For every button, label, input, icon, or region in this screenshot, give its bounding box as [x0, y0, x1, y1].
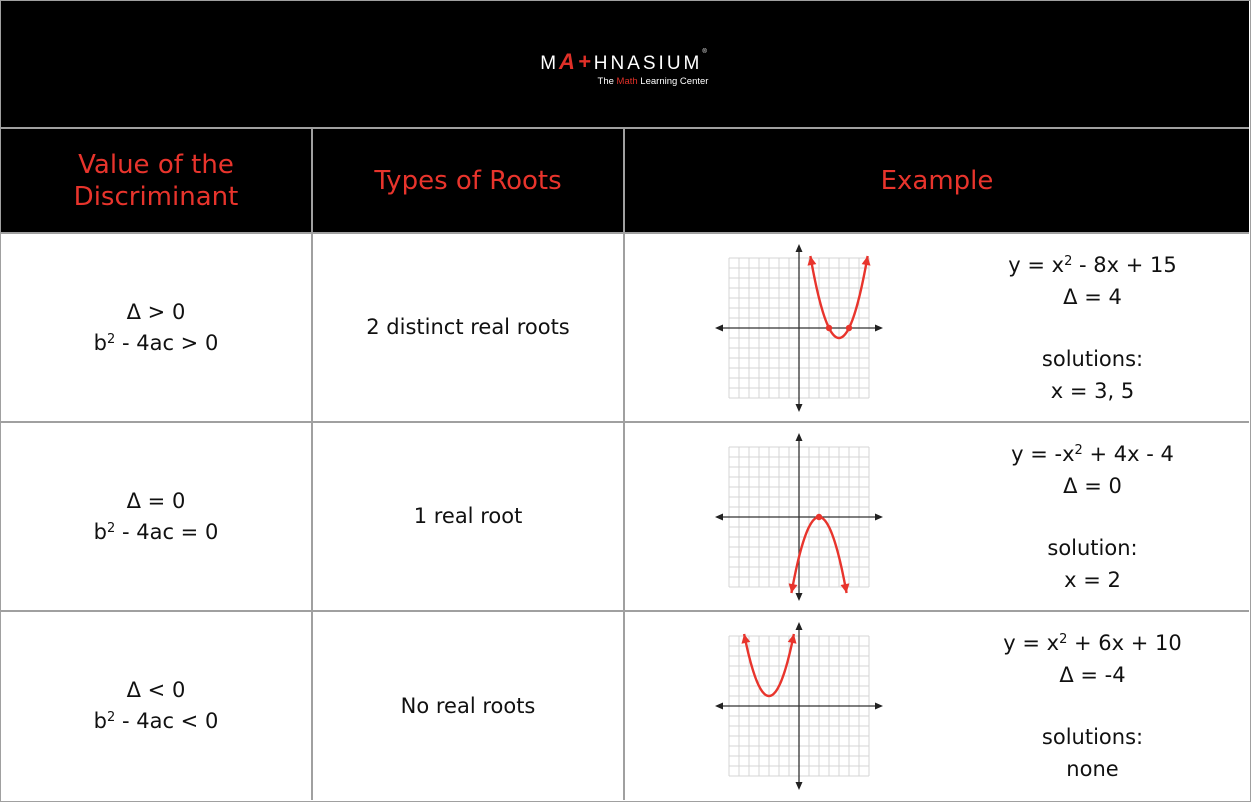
- delta-value: Δ = -4: [1059, 662, 1126, 687]
- trademark-symbol: ®: [702, 49, 710, 55]
- header-discriminant: Value of the Discriminant: [1, 129, 313, 232]
- discriminant-cell: Δ > 0 b2 - 4ac > 0: [1, 234, 313, 421]
- logo-rest: HNASIUM: [593, 53, 703, 74]
- solutions-label: solutions:: [1041, 725, 1144, 749]
- tagline-pre: The: [597, 76, 617, 87]
- header-example: Example: [880, 165, 994, 196]
- roots-type-cell: 1 real root: [313, 423, 625, 610]
- parabola-graph: [715, 244, 883, 412]
- superscript: 2: [1074, 443, 1083, 458]
- equation-pre: y = x: [1003, 631, 1060, 655]
- logo-a-plus-mark: A+: [559, 49, 594, 74]
- roots-type-cell: No real roots: [313, 612, 625, 800]
- banner: MA+HNASIUM® The Math Learning Center: [1, 1, 1249, 129]
- root-point: [825, 324, 833, 332]
- solutions-value: x = 3, 5: [1050, 378, 1135, 403]
- equation-post: - 8x + 15: [1072, 253, 1177, 277]
- equation-post: + 4x - 4: [1082, 442, 1174, 466]
- equation: y = -x2 + 4x - 4: [960, 439, 1225, 471]
- header-types-of-roots: Types of Roots: [313, 129, 625, 232]
- root-point: [815, 513, 823, 521]
- axis-arrow-icon: [875, 513, 883, 521]
- tagline-post: Learning Center: [637, 76, 709, 87]
- axis-arrow-icon: [715, 702, 723, 710]
- parabola-graph: [715, 433, 883, 601]
- formula-b: b: [93, 709, 108, 733]
- axis-arrow-icon: [795, 244, 803, 252]
- formula-rest: - 4ac = 0: [115, 519, 219, 544]
- equation: y = x2 + 6x + 10: [960, 628, 1225, 660]
- example-cell: y = x2 + 6x + 10 Δ = -4 solutions: none: [625, 612, 1249, 800]
- curve-arrow-icon: [788, 583, 798, 593]
- table-row: Δ = 0 b2 - 4ac = 0 1 real root y = -x2 +…: [1, 423, 1249, 612]
- discriminant-formula: b2 - 4ac = 0: [94, 517, 219, 548]
- root-point: [845, 324, 853, 332]
- parabola-graph: [715, 622, 883, 790]
- table-row: Δ > 0 b2 - 4ac > 0 2 distinct real roots…: [1, 234, 1249, 423]
- delta-condition: Δ > 0: [126, 299, 186, 324]
- curve-arrow-icon: [840, 583, 850, 593]
- logo-tagline: The Math Learning Center: [1, 76, 1249, 87]
- solutions-label: solutions:: [1041, 347, 1144, 371]
- axis-arrow-icon: [875, 702, 883, 710]
- delta-condition: Δ < 0: [126, 678, 186, 702]
- roots-type-cell: 2 distinct real roots: [313, 234, 625, 421]
- axis-arrow-icon: [875, 324, 883, 332]
- delta-condition: Δ = 0: [126, 488, 186, 513]
- solutions-value: x = 2: [1064, 567, 1121, 592]
- equation-pre: y = -x: [1011, 442, 1075, 466]
- formula-b: b: [93, 330, 108, 355]
- discriminant-cell: Δ < 0 b2 - 4ac < 0: [1, 612, 313, 800]
- logo-wordmark: MA+HNASIUM®: [1, 49, 1249, 75]
- header-discriminant-line2: Discriminant: [73, 181, 239, 212]
- axis-arrow-icon: [795, 593, 803, 601]
- example-text: y = x2 - 8x + 15 Δ = 4 solutions: x = 3,…: [960, 250, 1225, 407]
- axis-arrow-icon: [795, 404, 803, 412]
- axis-arrow-icon: [795, 782, 803, 790]
- discriminant-formula: b2 - 4ac > 0: [94, 328, 219, 359]
- table-header: Value of the Discriminant Types of Roots …: [1, 129, 1249, 234]
- logo-m: M: [540, 53, 560, 74]
- formula-rest: - 4ac < 0: [115, 709, 219, 733]
- mathnasium-logo: MA+HNASIUM® The Math Learning Center: [1, 49, 1249, 87]
- delta-value: Δ = 4: [1063, 284, 1122, 309]
- delta-value: Δ = 0: [1063, 473, 1122, 498]
- formula-rest: - 4ac > 0: [115, 330, 219, 355]
- example-cell: y = x2 - 8x + 15 Δ = 4 solutions: x = 3,…: [625, 234, 1249, 421]
- equation-pre: y = x: [1008, 253, 1065, 277]
- discriminant-cell: Δ = 0 b2 - 4ac = 0: [1, 423, 313, 610]
- discriminant-formula: b2 - 4ac < 0: [94, 706, 219, 737]
- tagline-accent: Math: [616, 76, 638, 87]
- example-text: y = -x2 + 4x - 4 Δ = 0 solution: x = 2: [960, 439, 1225, 596]
- formula-b: b: [93, 519, 108, 544]
- table-row: Δ < 0 b2 - 4ac < 0 No real roots y = x2 …: [1, 612, 1249, 800]
- example-cell: y = -x2 + 4x - 4 Δ = 0 solution: x = 2: [625, 423, 1249, 610]
- solutions-label: solution:: [1047, 536, 1138, 560]
- equation: y = x2 - 8x + 15: [960, 250, 1225, 282]
- solutions-value: none: [1066, 756, 1119, 781]
- axis-arrow-icon: [715, 324, 723, 332]
- header-discriminant-line1: Value of the: [78, 149, 234, 180]
- equation-post: + 6x + 10: [1067, 631, 1182, 655]
- axis-arrow-icon: [715, 513, 723, 521]
- example-text: y = x2 + 6x + 10 Δ = -4 solutions: none: [960, 628, 1225, 785]
- axis-arrow-icon: [795, 433, 803, 441]
- axis-arrow-icon: [795, 622, 803, 630]
